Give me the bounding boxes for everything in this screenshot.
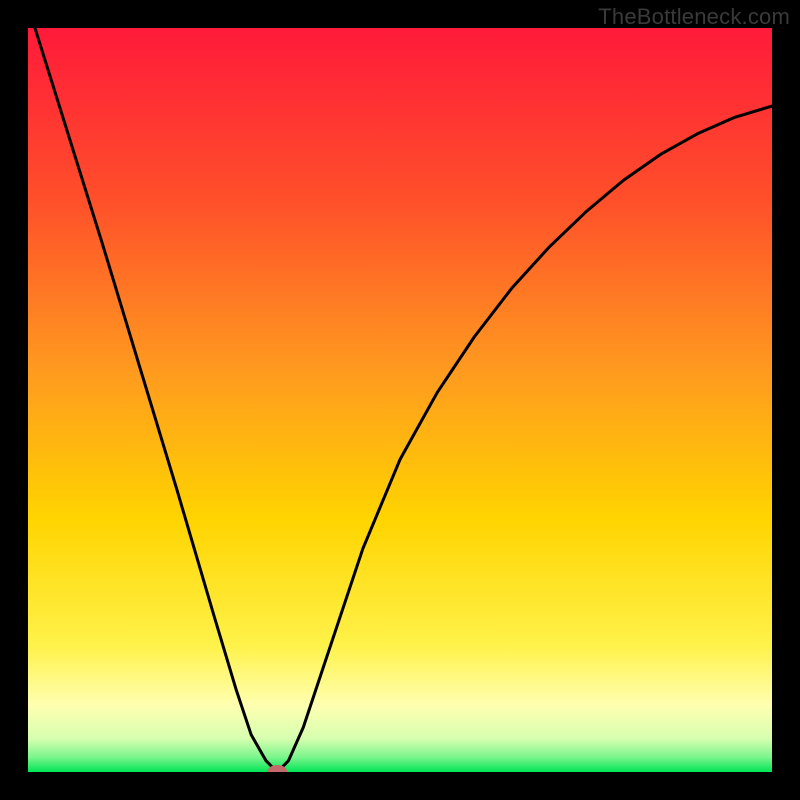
chart-frame: TheBottleneck.com bbox=[0, 0, 800, 800]
plot-area bbox=[28, 28, 772, 772]
watermark-text: TheBottleneck.com bbox=[598, 4, 790, 30]
gradient-background bbox=[28, 28, 772, 772]
chart-svg bbox=[28, 28, 772, 772]
